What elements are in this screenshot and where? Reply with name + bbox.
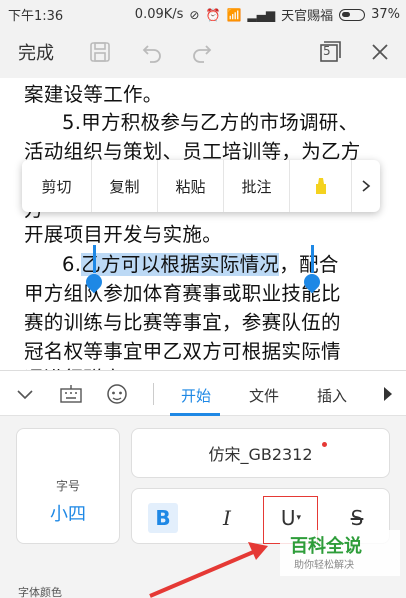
watermark-title: 百科全说 [290,536,362,557]
annotation-arrow-icon [149,542,268,598]
watermark: 百科全说 助你轻松解决 [280,530,400,576]
watermark-subtitle: 助你轻松解决 [294,560,354,571]
